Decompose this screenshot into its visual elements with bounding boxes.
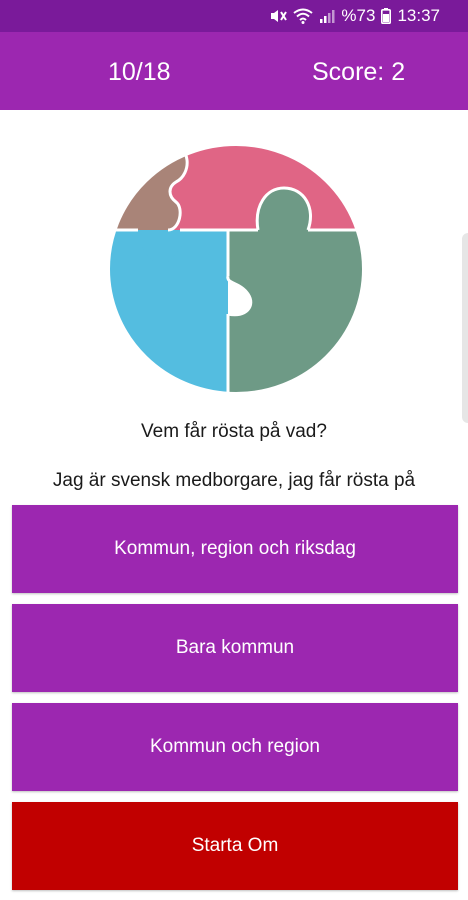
status-time: 13:37 bbox=[397, 6, 440, 25]
answer-button-2[interactable]: Bara kommun bbox=[12, 604, 458, 692]
score-label: Score: 2 bbox=[312, 58, 406, 86]
edge-panel-handle[interactable] bbox=[462, 233, 468, 423]
question-text: Vem får rösta på vad? bbox=[141, 421, 327, 442]
question-prompt: Jag är svensk medborgare, jag får rösta … bbox=[52, 470, 416, 491]
signal-icon bbox=[319, 8, 335, 24]
answer-button-1[interactable]: Kommun, region och riksdag bbox=[12, 505, 458, 593]
status-bar: %73 13:37 bbox=[0, 0, 468, 32]
battery-percent: %73 bbox=[341, 6, 376, 25]
puzzle-piece-green bbox=[227, 230, 363, 393]
puzzle-image bbox=[108, 144, 364, 394]
answer-button-3[interactable]: Kommun och region bbox=[12, 703, 458, 791]
battery-icon bbox=[381, 8, 392, 24]
mute-icon bbox=[269, 8, 288, 24]
question-progress: 10/18 bbox=[108, 58, 171, 86]
app-bar: 10/18 Score: 2 bbox=[0, 32, 468, 110]
restart-button[interactable]: Starta Om bbox=[12, 802, 458, 890]
wifi-icon bbox=[293, 8, 314, 24]
